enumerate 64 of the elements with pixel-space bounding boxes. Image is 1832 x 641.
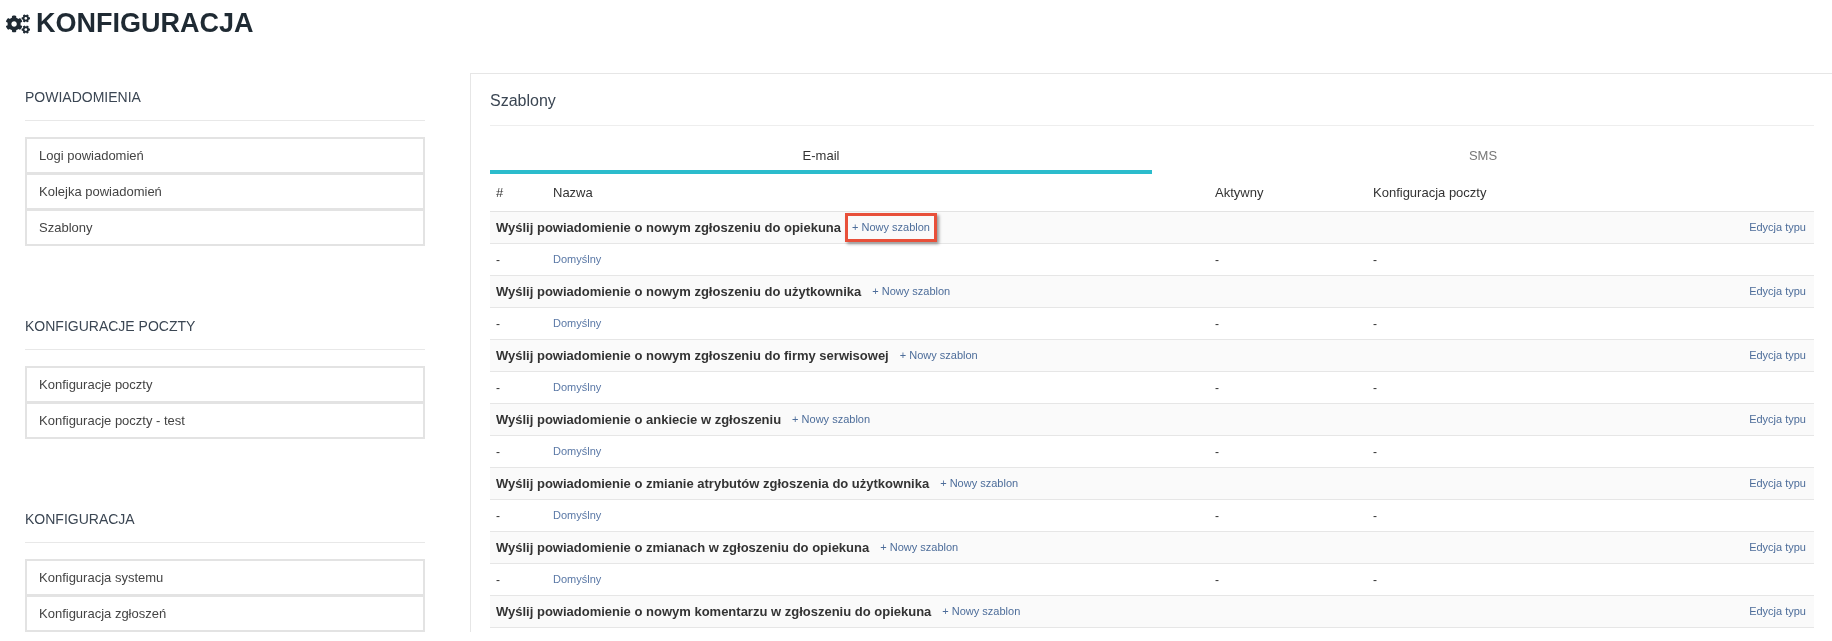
sidebar-item[interactable]: Kolejka powiadomień	[25, 173, 425, 210]
table-cell-text: -	[495, 571, 501, 589]
column-header: #	[495, 183, 505, 202]
new-template-link[interactable]: + Nowy szablon	[845, 213, 937, 242]
table-cell-text: -	[1215, 571, 1220, 589]
edit-type-link[interactable]: Edycja typu	[1749, 539, 1806, 556]
column-header: Konfiguracja poczty	[1373, 183, 1488, 202]
table-cell-text: -	[1373, 251, 1378, 269]
table-cell-text: -	[1215, 507, 1220, 525]
section-heading: POWIADOMIENIA	[25, 87, 425, 121]
edit-type-link[interactable]: Edycja typu	[1749, 475, 1806, 492]
section-heading: KONFIGURACJA	[25, 509, 425, 543]
gears-icon	[6, 11, 30, 36]
sidebar-item[interactable]: Logi powiadomień	[25, 137, 425, 174]
edit-type-link[interactable]: Edycja typu	[1749, 347, 1806, 364]
edit-type-link[interactable]: Edycja typu	[1749, 411, 1806, 428]
sidebar-item[interactable]: Konfiguracja zgłoszeń	[25, 595, 425, 632]
section-heading: KONFIGURACJE POCZTY	[25, 316, 425, 350]
new-template-link[interactable]: + Nowy szablon	[933, 469, 1026, 498]
template-link[interactable]: Domyślny	[553, 315, 1215, 332]
table-cell-text: -	[1215, 315, 1220, 333]
template-link[interactable]: Domyślny	[553, 571, 1215, 588]
edit-type-link[interactable]: Edycja typu	[1749, 219, 1806, 236]
table-cell-text: -	[1373, 571, 1378, 589]
table-cell-text: -	[495, 315, 501, 333]
group-title: Wyślij powiadomienie o nowym zgłoszeniu do użytkownika	[496, 282, 862, 301]
column-header: Nazwa	[553, 183, 594, 202]
template-link[interactable]: Domyślny	[553, 379, 1215, 396]
table-cell-text: -	[1373, 315, 1378, 333]
table-cell-text: -	[1215, 379, 1220, 397]
group-title: Wyślij powiadomienie o zmianie atrybutów zgłoszenia do użytkownika	[496, 474, 930, 493]
edit-type-link[interactable]: Edycja typu	[1749, 603, 1806, 620]
panel-title: Szablony	[490, 74, 1814, 126]
sidebar-item[interactable]: Konfiguracje poczty - test	[25, 402, 425, 439]
table-cell-text: -	[495, 443, 501, 461]
template-link[interactable]: Domyślny	[553, 443, 1215, 460]
page-title: KONFIGURACJA	[36, 10, 254, 37]
table-cell-text: -	[1373, 507, 1378, 525]
tab[interactable]: SMS	[1152, 142, 1814, 174]
sidebar-item[interactable]: Konfiguracje poczty	[25, 366, 425, 403]
table-cell-text: -	[495, 379, 501, 397]
column-header: Aktywny	[1215, 183, 1265, 202]
group-title: Wyślij powiadomienie o nowym zgłoszeniu do firmy serwisowej	[496, 346, 889, 365]
new-template-link[interactable]: + Nowy szablon	[785, 405, 878, 434]
group-title: Wyślij powiadomienie o ankiecie w zgłoszeniu	[496, 410, 782, 429]
table-cell-text: -	[1215, 251, 1220, 269]
table-cell-text: -	[1373, 443, 1378, 461]
template-link[interactable]: Domyślny	[553, 251, 1215, 268]
table-cell-text: -	[1215, 443, 1220, 461]
table-cell-text: -	[495, 251, 501, 269]
new-template-link[interactable]: + Nowy szablon	[873, 533, 966, 562]
group-title: Wyślij powiadomienie o nowym komentarzu w zgłoszeniu do opiekuna	[496, 602, 932, 621]
group-title: Wyślij powiadomienie o nowym zgłoszeniu do opiekuna	[496, 218, 842, 237]
table-cell-text: -	[495, 507, 501, 525]
edit-type-link[interactable]: Edycja typu	[1749, 283, 1806, 300]
new-template-link[interactable]: + Nowy szablon	[935, 597, 1028, 626]
sidebar-item[interactable]: Konfiguracja systemu	[25, 559, 425, 596]
tab[interactable]: E-mail	[490, 142, 1152, 174]
table-cell-text: -	[1373, 379, 1378, 397]
new-template-link[interactable]: + Nowy szablon	[892, 341, 985, 370]
sidebar-item[interactable]: Szablony	[25, 209, 425, 246]
new-template-link[interactable]: + Nowy szablon	[865, 277, 958, 306]
group-title: Wyślij powiadomienie o zmianach w zgłoszeniu do opiekuna	[496, 538, 870, 557]
template-link[interactable]: Domyślny	[553, 507, 1215, 524]
